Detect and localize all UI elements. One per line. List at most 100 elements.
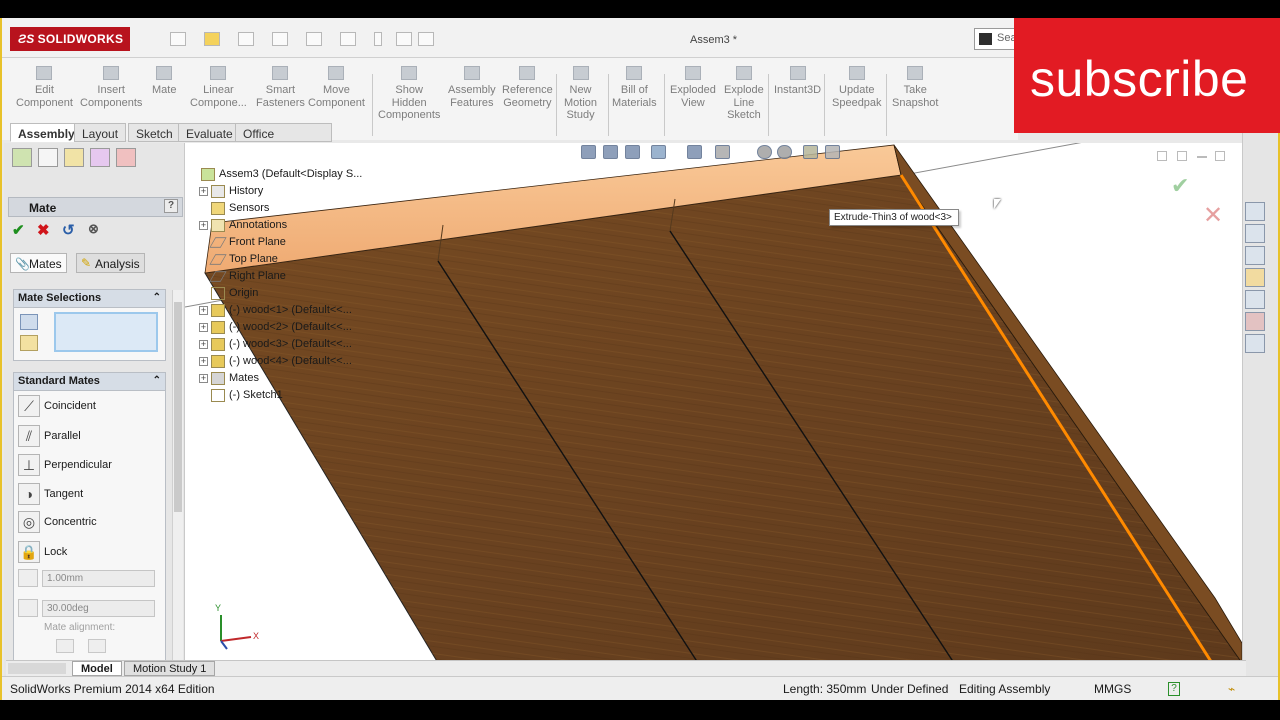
tab-model[interactable]: Model [72,661,122,676]
edit-component-button[interactable]: Edit Component [16,66,73,109]
lock-mate[interactable]: 🔒 Lock [18,541,164,565]
expand-toggle[interactable]: + [199,323,208,332]
mate-selections-header[interactable]: Mate Selections ⌃ [14,290,165,308]
new-document-icon[interactable] [170,32,186,46]
perpendicular-mate[interactable]: ⊥ Perpendicular [18,454,164,478]
linear-pattern-button[interactable]: Linear Compone... [190,66,247,109]
tab-office-products[interactable]: Office Products [235,123,332,155]
undo-icon[interactable] [306,32,322,46]
expand-toggle[interactable]: + [199,221,208,230]
hide-show-items-icon[interactable] [757,145,772,159]
confirmation-ok-icon[interactable]: ✔ [1171,173,1189,199]
zoom-to-area-icon[interactable] [603,145,618,159]
coincident-mate[interactable]: ⟋ Coincident [18,395,164,419]
previous-view-icon[interactable] [625,145,640,159]
home-icon[interactable] [1245,224,1265,243]
aligned-icon[interactable] [56,639,74,653]
select-icon[interactable] [340,32,356,46]
assembly-features-button[interactable]: Assembly Features [448,66,496,109]
insert-components-button[interactable]: Insert Components [80,66,142,109]
tab-motion-study-1[interactable]: Motion Study 1 [124,661,216,676]
parallel-mate[interactable]: ⫽ Parallel [18,425,164,449]
tab-evaluate[interactable]: Evaluate [178,123,241,142]
expand-toggle[interactable]: + [199,306,208,315]
explode-line-button[interactable]: Explode Line Sketch [724,66,764,122]
propertymanager-tab-icon[interactable] [38,148,58,167]
undo-icon[interactable]: ↺ [62,221,75,239]
tab-scroll-buttons[interactable] [8,663,66,674]
display-style-icon[interactable] [715,145,730,159]
collapse-icon[interactable]: ⌃ [153,375,161,386]
tab-sketch[interactable]: Sketch [128,123,181,142]
move-component-button[interactable]: Move Component [308,66,365,109]
save-icon[interactable] [238,32,254,46]
reference-geometry-button[interactable]: Reference Geometry [502,66,553,109]
tab-analysis[interactable]: ✎ Analysis [76,253,145,273]
speedpak-button[interactable]: Update Speedpak [832,66,882,109]
appearances-icon[interactable] [1245,312,1265,331]
featuremanager-tab-icon[interactable] [12,148,32,167]
help-button[interactable]: ? [164,199,178,213]
concentric-mate[interactable]: ◎ Concentric [18,511,164,535]
ok-check-icon[interactable]: ✔ [12,221,25,239]
mate-button[interactable]: Mate [152,66,176,97]
apply-scene-icon[interactable] [803,145,818,159]
tangent-mate[interactable]: ◑ Tangent [18,483,164,507]
configurationmanager-tab-icon[interactable] [64,148,84,167]
standard-mates-header[interactable]: Standard Mates ⌃ [14,373,165,391]
solidworks-resources-icon[interactable] [1245,202,1265,221]
file-properties-icon[interactable] [396,32,412,46]
instant3d-button[interactable]: Instant3D [774,66,821,97]
cancel-x-icon[interactable]: ✖ [37,221,50,239]
mate-selection-list[interactable] [54,312,158,352]
expand-toggle[interactable]: + [199,374,208,383]
expand-toggle[interactable]: + [199,357,208,366]
pushpin-selection-icon[interactable] [20,335,38,351]
wood-panel-model[interactable] [185,143,1242,663]
subscribe-banner[interactable]: subscribe [1014,18,1280,133]
graphics-area[interactable]: Assem3 (Default<Display S... + History Sens… [185,143,1242,663]
section-view-icon[interactable] [651,145,666,159]
scrollbar-thumb[interactable] [174,302,182,512]
solidworks-logo[interactable]: ƧS SOLIDWORKS [10,27,130,51]
expand-toggle[interactable]: + [199,187,208,196]
view-palette-icon[interactable] [1245,290,1265,309]
rebuild-status-icon[interactable]: ⌁ [1228,682,1235,696]
property-manager-scrollbar[interactable] [172,290,183,672]
pushpin-icon[interactable]: ⊗ [88,221,99,237]
angle-input[interactable]: 30.00deg [42,600,155,617]
collapse-icon[interactable]: ⌃ [153,292,161,303]
display-manager-tab-icon[interactable] [116,148,136,167]
open-icon[interactable] [204,32,220,46]
anti-aligned-icon[interactable] [88,639,106,653]
tab-layout[interactable]: Layout [74,123,127,142]
bom-button[interactable]: Bill of Materials [612,66,657,109]
edit-appearance-icon[interactable] [777,145,792,159]
view-orientation-icon[interactable] [687,145,702,159]
smart-fasteners-button[interactable]: Smart Fasteners [256,66,305,109]
maximize-viewport-icon[interactable] [1215,151,1225,161]
tab-assembly[interactable]: Assembly [10,123,83,142]
zoom-to-fit-icon[interactable] [581,145,596,159]
dimxpert-tab-icon[interactable] [90,148,110,167]
tab-mates[interactable]: 📎 Mates [10,253,67,273]
exploded-view-button[interactable]: Exploded View [670,66,716,109]
help-icon[interactable]: ? [1168,682,1180,696]
show-hidden-button[interactable]: Show Hidden Components [378,66,440,122]
snapshot-button[interactable]: Take Snapshot [892,66,938,109]
print-icon[interactable] [272,32,288,46]
confirmation-cancel-icon[interactable]: ✕ [1203,201,1223,230]
tile-viewport-icon[interactable] [1177,151,1187,161]
rebuild-icon[interactable] [374,32,382,46]
file-explorer-icon[interactable] [1245,268,1265,287]
distance-input[interactable]: 1.00mm [42,570,155,587]
restore-viewport-icon[interactable] [1157,151,1167,161]
design-library-icon[interactable] [1245,246,1265,265]
motion-study-button[interactable]: New Motion Study [564,66,597,122]
unit-system[interactable]: MMGS [1094,682,1131,696]
options-icon[interactable] [418,32,434,46]
expand-toggle[interactable]: + [199,340,208,349]
view-settings-icon[interactable] [825,145,840,159]
minimize-viewport-icon[interactable] [1197,156,1207,158]
custom-properties-icon[interactable] [1245,334,1265,353]
